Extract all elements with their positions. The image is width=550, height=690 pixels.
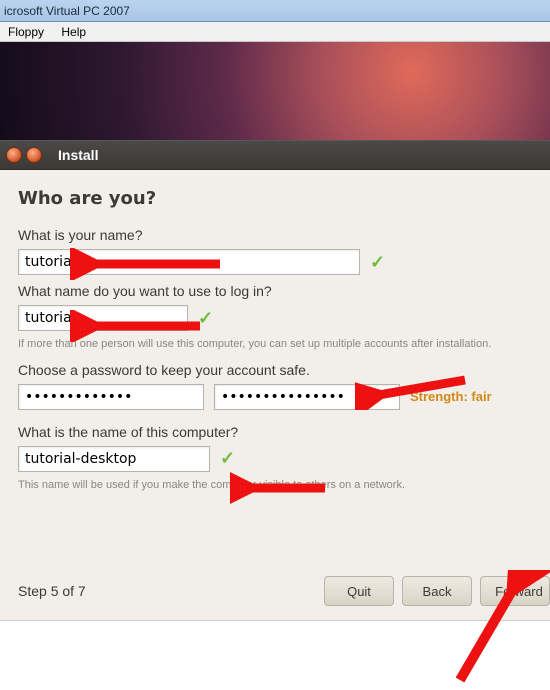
- question-name: What is your name?: [18, 227, 532, 243]
- installer-titlebar: Install: [0, 140, 550, 170]
- installer-dialog: Who are you? What is your name? ✓ What n…: [0, 170, 550, 620]
- vpc-title-text: icrosoft Virtual PC 2007: [4, 4, 130, 18]
- vpc-titlebar: icrosoft Virtual PC 2007: [0, 0, 550, 22]
- password-confirm-input[interactable]: [214, 384, 400, 410]
- quit-button[interactable]: Quit: [324, 576, 394, 606]
- password-input[interactable]: [18, 384, 204, 410]
- blank-region: [0, 620, 550, 684]
- checkmark-icon: ✓: [370, 252, 385, 273]
- question-login: What name do you want to use to log in?: [18, 283, 532, 299]
- question-computer: What is the name of this computer?: [18, 424, 532, 440]
- menu-floppy[interactable]: Floppy: [8, 25, 44, 39]
- login-hint: If more than one person will use this co…: [18, 337, 532, 352]
- checkmark-icon: ✓: [220, 448, 235, 469]
- login-input[interactable]: [18, 305, 188, 331]
- forward-button[interactable]: Forward: [480, 576, 550, 606]
- vpc-menubar: Floppy Help: [0, 22, 550, 42]
- menu-help[interactable]: Help: [61, 25, 86, 39]
- page-heading: Who are you?: [18, 188, 532, 209]
- dialog-footer: Step 5 of 7 Quit Back Forward: [18, 576, 550, 606]
- computer-hint: This name will be used if you make the c…: [18, 478, 532, 493]
- checkmark-icon: ✓: [198, 308, 213, 329]
- password-strength: Strength: fair: [410, 389, 492, 404]
- back-button[interactable]: Back: [402, 576, 472, 606]
- step-indicator: Step 5 of 7: [18, 583, 86, 599]
- name-input[interactable]: [18, 249, 360, 275]
- ubuntu-desktop-bg: [0, 42, 550, 140]
- installer-title: Install: [58, 147, 98, 163]
- minimize-icon[interactable]: [26, 147, 42, 163]
- close-icon[interactable]: [6, 147, 22, 163]
- computer-name-input[interactable]: [18, 446, 210, 472]
- question-password: Choose a password to keep your account s…: [18, 362, 532, 378]
